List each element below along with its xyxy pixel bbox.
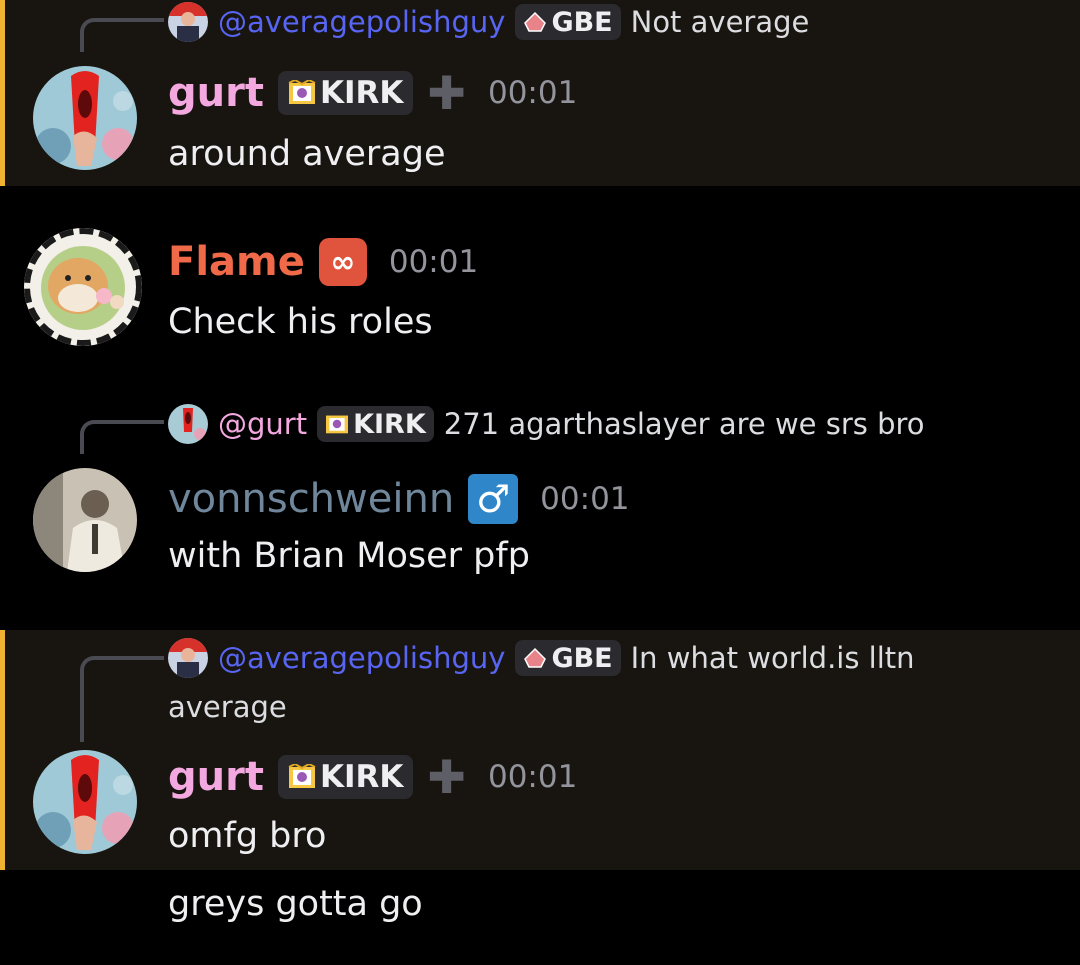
message-header: gurt KIRK ✚ 00:01 <box>168 70 577 116</box>
message-gurt-2[interactable]: @averagepolishguy GBE In what world.is l… <box>0 630 1080 870</box>
username[interactable]: gurt <box>168 754 264 800</box>
reply-text: 271 agarthaslayer are we srs bro <box>443 407 925 441</box>
male-sign-icon: ♂ <box>468 474 519 524</box>
timestamp: 00:01 <box>388 244 479 280</box>
message-content: greys gotta go <box>168 884 423 924</box>
reply-preview[interactable]: @averagepolishguy GBE Not average <box>168 2 809 42</box>
reply-mention[interactable]: @averagepolishguy <box>218 5 505 39</box>
plus-icon[interactable]: ✚ <box>427 754 466 800</box>
avatar[interactable] <box>33 750 137 854</box>
reply-connector <box>80 420 164 454</box>
kirk-crown-icon <box>326 415 349 434</box>
message-header: Flame ∞ 00:01 <box>168 238 478 286</box>
message-content: Check his roles <box>168 302 433 342</box>
reply-avatar <box>168 2 208 42</box>
reply-text-continued: average <box>168 690 287 724</box>
message-flame[interactable]: Flame ∞ 00:01 Check his roles <box>0 186 1080 376</box>
username[interactable]: gurt <box>168 70 264 116</box>
avatar[interactable] <box>33 468 137 572</box>
timestamp: 00:01 <box>487 759 578 795</box>
reply-connector <box>80 18 164 52</box>
kirk-crown-icon <box>288 80 316 104</box>
role-tag: KIRK <box>277 755 414 799</box>
username[interactable]: vonnschweinn <box>168 476 454 522</box>
reply-preview[interactable]: @gurt KIRK 271 agarthaslayer are we srs … <box>168 404 925 444</box>
message-gurt-1[interactable]: @averagepolishguy GBE Not average gurt K… <box>0 0 1080 186</box>
message-content: with Brian Moser pfp <box>168 536 530 576</box>
plus-icon[interactable]: ✚ <box>427 70 466 116</box>
reply-preview[interactable]: @averagepolishguy GBE In what world.is l… <box>168 638 915 678</box>
message-content: omfg bro <box>168 816 327 856</box>
role-tag: GBE <box>515 4 621 40</box>
infinity-badge-icon: ∞ <box>318 238 367 286</box>
role-tag: KIRK <box>317 406 434 442</box>
reply-connector <box>80 656 164 742</box>
timestamp: 00:01 <box>540 481 630 517</box>
username[interactable]: Flame <box>168 239 305 285</box>
role-tag: KIRK <box>277 71 414 115</box>
reply-text: In what world.is lltn <box>630 641 915 675</box>
message-content: around average <box>168 134 446 174</box>
reply-avatar <box>168 638 208 678</box>
kirk-crown-icon <box>288 764 316 788</box>
role-tag: GBE <box>515 640 621 676</box>
message-vonnschweinn[interactable]: @gurt KIRK 271 agarthaslayer are we srs … <box>0 376 1080 630</box>
gbe-badge-icon <box>524 647 547 668</box>
gbe-badge-icon <box>524 11 547 32</box>
timestamp: 00:01 <box>487 75 578 111</box>
reply-text: Not average <box>630 5 810 39</box>
reply-mention[interactable]: @averagepolishguy <box>218 641 505 675</box>
message-followup[interactable]: greys gotta go <box>0 870 1080 965</box>
avatar[interactable] <box>33 66 137 170</box>
reply-avatar <box>168 404 208 444</box>
message-header: gurt KIRK ✚ 00:01 <box>168 754 577 800</box>
message-header: vonnschweinn ♂ 00:01 <box>168 474 630 524</box>
reply-mention[interactable]: @gurt <box>218 407 307 441</box>
avatar[interactable] <box>24 228 142 346</box>
